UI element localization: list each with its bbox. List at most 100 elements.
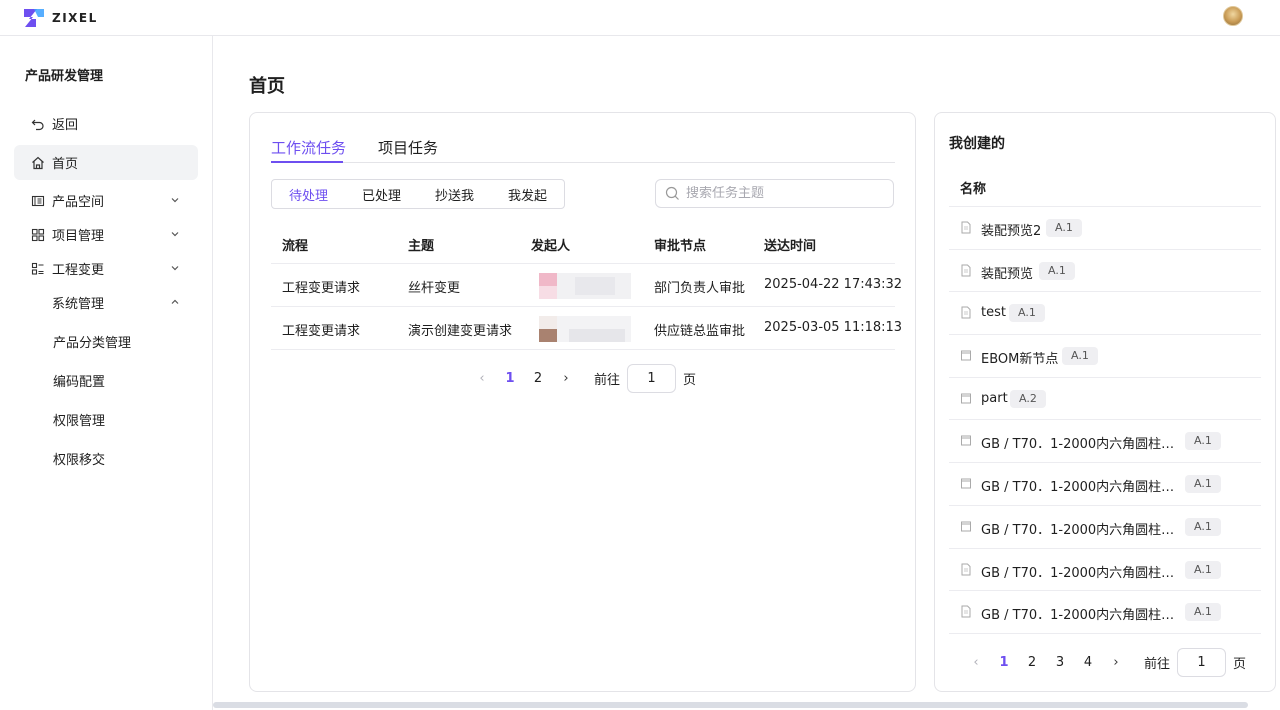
version-badge: A.1 xyxy=(1185,560,1221,579)
task-table: 流程 主题 发起人 审批节点 送达时间 工程变更请求 丝杆变更 部门负责人审批 … xyxy=(271,221,902,350)
list-item[interactable]: 装配预览 A.1 xyxy=(949,250,1261,293)
item-name[interactable]: 装配预览 xyxy=(981,263,1033,282)
next-page-icon[interactable]: › xyxy=(552,371,580,386)
blurred-initiator xyxy=(539,273,631,299)
sidebar-item-back[interactable]: 返回 xyxy=(14,106,198,141)
item-name[interactable]: test xyxy=(981,305,1006,320)
sidebar-item-label: 工程变更 xyxy=(52,263,105,278)
sidebar-item-label: 项目管理 xyxy=(52,229,105,244)
column-header[interactable]: 发起人 xyxy=(531,235,570,254)
sidebar-item-engineering-change[interactable]: 工程变更 xyxy=(14,251,198,286)
sidebar-item-project-management[interactable]: 项目管理 xyxy=(14,217,198,252)
prev-page-icon[interactable]: ‹ xyxy=(468,371,496,386)
page-title: 首页 xyxy=(249,76,285,97)
column-header[interactable]: 主题 xyxy=(408,235,434,254)
list-item[interactable]: GB / T70．1-2000内六角圆柱头… A.1 xyxy=(949,549,1261,592)
cell-subject[interactable]: 丝杆变更 xyxy=(408,277,460,296)
page-number[interactable]: 3 xyxy=(1046,655,1074,670)
column-header[interactable]: 流程 xyxy=(282,235,308,254)
home-icon xyxy=(32,156,44,169)
sidebar-subitem-permissions[interactable]: 权限管理 xyxy=(53,410,105,429)
cell-time: 2025-03-05 11:18:13 xyxy=(764,320,903,335)
sidebar-subitem-permission-transfer[interactable]: 权限移交 xyxy=(53,449,105,468)
item-name[interactable]: GB / T70．1-2000内六角圆柱头… xyxy=(981,433,1177,452)
task-search xyxy=(655,179,894,208)
cell-subject[interactable]: 演示创建变更请求 xyxy=(408,320,512,339)
page-suffix: 页 xyxy=(683,373,697,388)
filter-pending[interactable]: 待处理 xyxy=(272,180,345,208)
list-item[interactable]: GB / T70．1-2000内六角圆柱头… A.1 xyxy=(949,463,1261,506)
prev-page-icon[interactable]: ‹ xyxy=(962,655,990,670)
page-number[interactable]: 4 xyxy=(1074,655,1102,670)
chevron-down-icon xyxy=(171,266,179,271)
goto-page-input[interactable]: 1 xyxy=(627,364,677,393)
item-name[interactable]: EBOM新节点 xyxy=(981,348,1058,367)
filter-cc-me[interactable]: 抄送我 xyxy=(418,180,491,208)
tab-project-tasks[interactable]: 项目任务 xyxy=(378,137,438,158)
sidebar-item-product-space[interactable]: 产品空间 xyxy=(14,183,198,218)
page-number[interactable]: 2 xyxy=(1018,655,1046,670)
page-number[interactable]: 1 xyxy=(496,371,524,386)
column-header: 名称 xyxy=(960,182,987,197)
active-tab-indicator xyxy=(271,161,343,163)
task-tabs: 工作流任务 项目任务 xyxy=(271,135,895,163)
sidebar-subitem-code-config[interactable]: 编码配置 xyxy=(53,371,105,390)
next-page-icon[interactable]: › xyxy=(1102,655,1130,670)
search-icon xyxy=(665,186,679,200)
sidebar-subitem-category[interactable]: 产品分类管理 xyxy=(53,332,131,351)
list-item[interactable]: GB / T70．1-2000内六角圆柱头… A.1 xyxy=(949,420,1261,464)
sidebar-item-label: 系统管理 xyxy=(52,297,105,312)
item-name[interactable]: GB / T70．1-2000内六角圆柱头… xyxy=(981,476,1177,495)
list-item[interactable]: part A.2 xyxy=(949,378,1261,421)
logo[interactable]: ZIXEL xyxy=(21,5,98,31)
tab-workflow-tasks[interactable]: 工作流任务 xyxy=(271,137,346,158)
item-name[interactable]: 装配预览2 xyxy=(981,220,1041,239)
sidebar-item-system-management[interactable]: 系统管理 xyxy=(14,285,198,320)
search-input[interactable] xyxy=(686,186,876,201)
version-badge: A.2 xyxy=(1010,389,1046,408)
table-header: 流程 主题 发起人 审批节点 送达时间 xyxy=(271,221,895,264)
part-icon xyxy=(961,350,971,361)
item-name[interactable]: GB / T70．1-2000内六角圆柱头… xyxy=(981,519,1177,538)
item-name[interactable]: GB / T70．1-2000内六角圆柱头… xyxy=(981,604,1177,623)
chevron-down-icon xyxy=(171,232,179,237)
list-item[interactable]: EBOM新节点 A.1 xyxy=(949,335,1261,378)
version-badge: A.1 xyxy=(1185,603,1221,622)
sidebar-item-home[interactable]: 首页 xyxy=(14,145,198,180)
sidebar-item-label: 返回 xyxy=(52,118,79,133)
version-badge: A.1 xyxy=(1046,219,1082,237)
goto-label: 前往 xyxy=(594,373,621,388)
sidebar: 产品研发管理 返回 首页 产品空间 项目管理 工程变更 系统管理 产品分类管理 … xyxy=(0,36,213,710)
horizontal-scrollbar[interactable] xyxy=(213,702,1248,708)
zixel-logo-icon xyxy=(24,9,44,27)
page-number[interactable]: 1 xyxy=(990,655,1018,670)
version-badge: A.1 xyxy=(1185,432,1221,451)
item-name[interactable]: part xyxy=(981,391,1008,406)
version-badge: A.1 xyxy=(1185,517,1221,536)
filter-initiated[interactable]: 我发起 xyxy=(491,180,564,208)
item-name[interactable]: GB / T70．1-2000内六角圆柱头… xyxy=(981,562,1177,581)
table-row[interactable]: 工程变更请求 演示创建变更请求 供应链总监审批 2025-03-05 11:18… xyxy=(271,307,902,350)
part-icon xyxy=(961,435,971,446)
column-header[interactable]: 送达时间 xyxy=(764,235,816,254)
page-number[interactable]: 2 xyxy=(524,371,552,386)
created-by-me-card: 我创建的 名称 装配预览2 A.1 装配预览 A.1 test A.1 EBOM新节点 A.1… xyxy=(934,112,1276,692)
filter-processed[interactable]: 已处理 xyxy=(345,180,418,208)
grid-icon xyxy=(31,228,45,241)
top-bar: ZIXEL xyxy=(0,0,1280,36)
list-item[interactable]: test A.1 xyxy=(949,292,1261,336)
change-list-icon xyxy=(31,262,44,275)
goto-page-input[interactable]: 1 xyxy=(1177,648,1227,677)
created-card-title: 我创建的 xyxy=(949,136,1005,152)
list-item[interactable]: 装配预览2 A.1 xyxy=(949,207,1261,250)
table-row[interactable]: 工程变更请求 丝杆变更 部门负责人审批 2025-04-22 17:43:32 xyxy=(271,264,902,307)
list-item[interactable]: GB / T70．1-2000内六角圆柱头… A.1 xyxy=(949,591,1261,634)
cell-flow: 工程变更请求 xyxy=(282,281,361,296)
document-icon xyxy=(961,264,971,277)
version-badge: A.1 xyxy=(1009,304,1045,323)
column-header[interactable]: 审批节点 xyxy=(654,235,706,254)
version-badge: A.1 xyxy=(1039,261,1075,280)
blurred-initiator xyxy=(539,316,631,342)
user-avatar[interactable] xyxy=(1223,6,1243,26)
list-item[interactable]: GB / T70．1-2000内六角圆柱头… A.1 xyxy=(949,506,1261,549)
